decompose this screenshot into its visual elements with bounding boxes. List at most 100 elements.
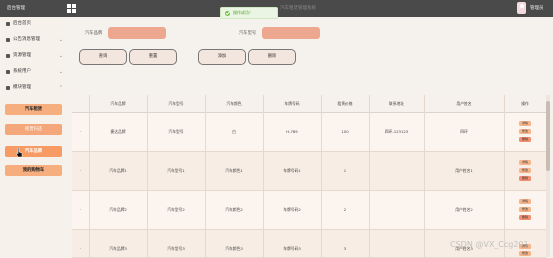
model-label: 汽车型号 — [239, 31, 257, 36]
table-cell: 车牌号码2 — [283, 207, 301, 212]
table-header: 汽车品牌 汽车型号 汽车颜色 车牌号码 租赁价格 联系地址 用户姓名 操作 — [72, 95, 546, 113]
modify-button[interactable]: 修改 — [519, 207, 531, 212]
sidebar-item-messages[interactable]: 公告消息管理 ⌄ — [5, 35, 63, 45]
chevron-down-icon: ⌄ — [58, 69, 63, 75]
scrollbar-thumb[interactable] — [546, 101, 550, 171]
table-row[interactable]: · 汽车品牌2 汽车型号2 汽车颜色2 车牌号码2 2 用户姓名2 详情 修改 … — [72, 191, 546, 230]
sidebar-button-shopping-cart[interactable]: 我的购物车 — [5, 165, 62, 176]
sidebar-item-label: 公告消息管理 — [13, 37, 40, 42]
user-icon — [6, 70, 10, 74]
modify-button[interactable]: 修改 — [519, 251, 531, 256]
table-cell: 四环 — [460, 129, 468, 134]
row-checkbox[interactable]: · — [72, 129, 89, 134]
column-divider — [321, 95, 322, 257]
column-divider — [263, 95, 264, 257]
table-cell: 2 — [343, 207, 347, 212]
column-header: 汽车品牌 — [110, 101, 126, 106]
table-cell: 车牌号码3 — [283, 246, 301, 251]
row-delete-button[interactable]: 删除 — [519, 215, 531, 220]
table-cell: 捷达品牌 — [110, 129, 126, 134]
table-cell: 用户姓名2 — [455, 207, 473, 212]
column-divider — [369, 95, 370, 257]
row-checkbox[interactable]: · — [72, 246, 89, 251]
sidebar: 后台首页 公告消息管理 ⌄ 资源管理 ⌄ 系统用户 ⌄ 模块管理 ⌃ 汽车租赁 … — [0, 17, 65, 257]
modify-button[interactable]: 修改 — [519, 168, 531, 173]
column-divider — [205, 95, 206, 257]
sidebar-item-home[interactable]: 后台首页 — [5, 19, 63, 29]
app-logo-text: 后台管理 — [7, 6, 25, 11]
chevron-down-icon: ⌄ — [58, 53, 63, 59]
query-button[interactable]: 查询 — [79, 49, 127, 65]
table-cell: 汽车颜色3 — [225, 246, 243, 251]
check-circle-icon — [225, 10, 230, 16]
column-header: 用户姓名 — [456, 101, 472, 106]
user-menu[interactable]: 管理员 — [515, 2, 551, 15]
column-header: 租赁价格 — [337, 101, 353, 106]
table-cell: 汽车型号1 — [167, 168, 185, 173]
chevron-up-icon: ⌃ — [58, 85, 63, 91]
brand-input[interactable] — [108, 27, 166, 39]
row-delete-button[interactable]: 删除 — [519, 176, 531, 181]
sidebar-item-resources[interactable]: 资源管理 ⌄ — [5, 51, 63, 61]
reset-button[interactable]: 重置 — [129, 49, 177, 65]
column-header: 操作 — [521, 101, 529, 106]
table-cell: 用户姓名1 — [455, 168, 473, 173]
table-cell: 汽车品牌1 — [109, 168, 127, 173]
sidebar-button-car-brand[interactable]: 汽车品牌 — [5, 146, 62, 157]
sidebar-item-label: 后台首页 — [13, 21, 31, 26]
add-button[interactable]: 添加 — [198, 49, 246, 65]
data-table: 汽车品牌 汽车型号 汽车颜色 车牌号码 租赁价格 联系地址 用户姓名 操作 · … — [72, 95, 546, 258]
table-cell: 汽车颜色2 — [225, 207, 243, 212]
message-icon — [6, 38, 10, 42]
table-scrollbar[interactable] — [546, 95, 550, 257]
model-input[interactable] — [262, 27, 320, 39]
menu-grid-icon[interactable] — [67, 4, 76, 13]
row-delete-button[interactable]: 删除 — [519, 137, 531, 142]
detail-button[interactable]: 详情 — [519, 199, 531, 204]
location-icon — [6, 54, 10, 58]
table-cell: H-789 — [286, 129, 298, 134]
row-checkbox[interactable]: · — [72, 168, 89, 173]
delete-button[interactable]: 删除 — [248, 49, 296, 65]
column-divider — [504, 95, 505, 257]
column-header: 联系地址 — [388, 101, 405, 106]
row-checkbox[interactable]: · — [72, 207, 89, 212]
detail-button[interactable]: 详情 — [519, 121, 531, 126]
column-header: 汽车型号 — [168, 101, 184, 106]
column-header: 汽车颜色 — [226, 101, 242, 106]
column-header: 车牌号码 — [284, 101, 300, 106]
avatar — [517, 2, 526, 14]
detail-button[interactable]: 详情 — [519, 160, 531, 165]
table-cell: 白 — [232, 129, 236, 134]
table-cell: 100 — [341, 129, 349, 134]
table-cell: 1 — [343, 168, 347, 173]
table-cell: 汽车品牌3 — [109, 246, 127, 251]
modify-button[interactable]: 修改 — [519, 129, 531, 134]
column-divider — [147, 95, 148, 257]
grid-icon — [6, 86, 10, 90]
brand-label: 汽车品牌 — [85, 31, 103, 36]
table-row[interactable]: · 汽车品牌1 汽车型号1 汽车颜色1 车牌号码1 1 用户姓名1 详情 修改 … — [72, 152, 546, 191]
table-cell: 汽车型号3 — [167, 246, 185, 251]
table-cell: 汽车品牌2 — [109, 207, 127, 212]
column-divider — [89, 95, 90, 257]
sidebar-button-car-rental[interactable]: 汽车租赁 — [5, 104, 62, 115]
mouse-cursor-icon — [16, 148, 23, 158]
table-cell: 四环-123123 — [384, 129, 409, 134]
sidebar-button-rental-return[interactable]: 租赁归还 — [5, 124, 62, 135]
sidebar-item-label: 资源管理 — [13, 53, 31, 58]
column-divider — [424, 95, 425, 257]
user-name: 管理员 — [530, 6, 544, 11]
table-cell: 车牌号码1 — [283, 168, 301, 173]
sidebar-item-label: 模块管理 — [13, 85, 31, 90]
sidebar-item-label: 系统用户 — [13, 69, 31, 74]
table-cell: 汽车型号 — [168, 129, 184, 134]
watermark: CSDN @VX_Ccg201 — [450, 240, 529, 249]
home-icon — [6, 22, 10, 26]
app-title: 汽车租赁管理系统 — [280, 6, 316, 11]
sidebar-item-users[interactable]: 系统用户 ⌄ — [5, 67, 63, 77]
table-cell: 汽车型号2 — [167, 207, 185, 212]
chevron-down-icon: ⌄ — [58, 37, 63, 43]
sidebar-item-modules[interactable]: 模块管理 ⌃ — [5, 83, 63, 93]
table-row[interactable]: · 捷达品牌 汽车型号 白 H-789 100 四环-123123 四环 详情 … — [72, 113, 546, 152]
